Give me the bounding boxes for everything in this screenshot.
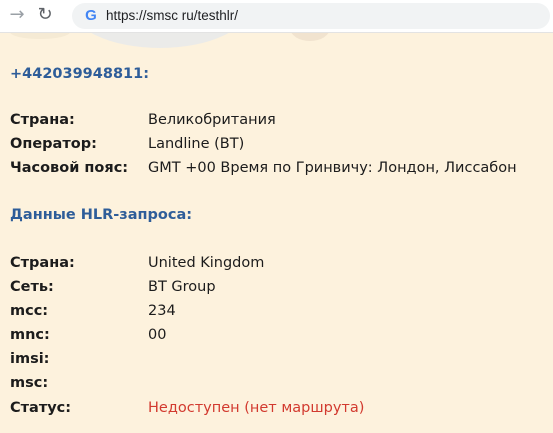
status-value: Недоступен (нет маршрута) [148,400,365,416]
network-label: Сеть: [10,279,54,295]
timezone-value: GMT +00 Время по Гринвичу: Лондон, Лисса… [148,160,517,176]
background-decoration [10,33,70,39]
url-text[interactable]: https://smsc ru/testhlr/ [106,3,238,29]
mcc-label: mcc: [10,303,49,319]
operator-value: Landline (BT) [148,136,245,152]
network-value: BT Group [148,279,216,295]
address-bar[interactable]: G https://smsc ru/testhlr/ [72,3,550,29]
reload-icon[interactable]: ↻ [34,4,56,26]
phone-number-heading: +442039948811: [10,66,150,82]
arrow-back-icon[interactable]: → [6,4,28,26]
mcc-value: 234 [148,303,176,319]
imsi-label: imsi: [10,351,50,367]
mnc-value: 00 [148,327,167,343]
mnc-label: mnc: [10,327,50,343]
background-decoration [70,33,250,48]
msc-label: msc: [10,375,49,391]
hlr-country-value: United Kingdom [148,255,265,271]
status-label: Статус: [10,400,72,416]
page-content: +442039948811: Страна: Великобритания Оп… [0,33,553,433]
browser-toolbar: → ↻ G https://smsc ru/testhlr/ [0,0,553,33]
background-decoration [290,33,330,41]
hlr-country-label: Страна: [10,255,75,271]
google-g-icon: G [85,7,97,24]
operator-label: Оператор: [10,136,97,152]
timezone-label: Часовой пояс: [10,160,129,176]
hlr-heading: Данные HLR-запроса: [10,207,193,223]
country-label: Страна: [10,112,75,128]
country-value: Великобритания [148,112,276,128]
